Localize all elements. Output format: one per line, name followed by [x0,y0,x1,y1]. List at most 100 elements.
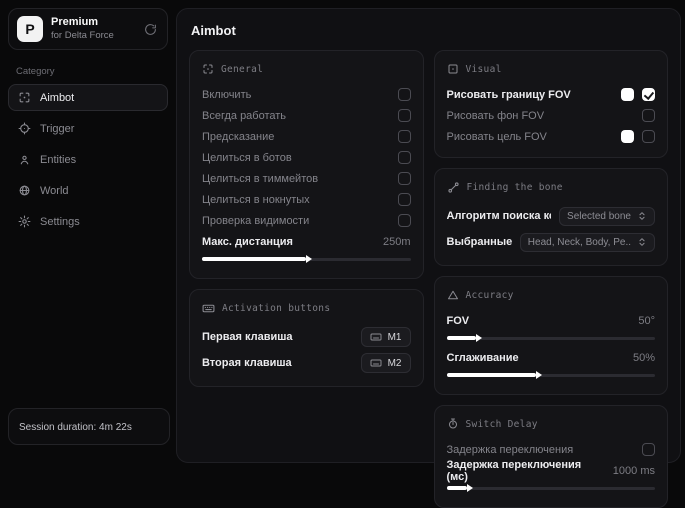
fov-border-row: Рисовать границу FOV [446,84,655,105]
keybind-value: M2 [387,357,402,369]
sidebar-item-label: Aimbot [40,91,75,104]
activation-header: Activation buttons [202,302,411,315]
left-column: General Включить Всегда работать Предска… [189,50,424,387]
fov-label: FOV [446,314,470,327]
entities-icon [18,153,31,166]
general-header: General [202,63,411,75]
bone-algorithm-label: Алгоритм поиска костей [446,210,552,222]
switch-delay-ms-value: 1000 ms [612,464,655,477]
max-distance-label: Макс. дистанция [202,235,293,248]
fov-border-color-swatch[interactable] [621,88,634,101]
fov-target-color-swatch[interactable] [621,130,634,143]
trigger-icon [18,122,31,135]
bone-algorithm-select[interactable]: Selected bone [559,206,655,226]
toggle-label: Целиться в нокнутых [202,193,310,206]
selected-bones-select[interactable]: Head, Neck, Body, Pe.. [519,232,655,252]
first-key-label: Первая клавиша [202,331,293,343]
max-distance-row: Макс. дистанция 250m [202,231,411,252]
toggle-label: Целиться в ботов [202,151,292,164]
keyboard-icon [370,331,382,343]
sync-icon[interactable] [142,21,159,38]
brand-logo: P [17,16,43,42]
sidebar-item-label: World [40,184,69,197]
sidebar-item-label: Entities [40,153,77,166]
unfold-icon [637,237,647,247]
fov-background-label: Рисовать фон FOV [446,109,545,122]
timer-icon [447,418,459,430]
smoothing-slider[interactable] [446,369,655,381]
target-teammates-checkbox[interactable] [397,172,411,185]
second-key-bind-button[interactable]: M2 [360,353,411,373]
toggle-label: Целиться в тиммейтов [202,172,319,185]
toggle-row-target-teammates: Целиться в тиммейтов [202,168,411,189]
smoothing-value: 50% [632,351,655,364]
category-label: Category [16,66,55,77]
sidebar-item-aimbot[interactable]: Aimbot [8,84,168,111]
target-bots-checkbox[interactable] [397,151,411,164]
switch-delay-checkbox[interactable] [642,443,655,456]
general-panel: General Включить Всегда работать Предска… [189,50,424,279]
selected-bones-value: Head, Neck, Body, Pe.. [527,236,631,248]
second-key-row: Вторая клавиша M2 [202,350,411,376]
bone-header: Finding the bone [447,181,656,194]
selected-bones-row: Выбранные кости Head, Neck, Body, Pe.. [446,229,655,255]
sidebar-nav: Aimbot Trigger Entities World Settings [0,84,176,235]
visual-panel: Visual Рисовать границу FOV Рисовать фон… [433,50,668,158]
switch-delay-ms-label: Задержка переключения (мс) [446,458,582,483]
second-key-label: Вторая клавиша [202,357,292,369]
brand-subtitle: for Delta Force [51,29,114,41]
activation-panel: Activation buttons Первая клавиша M1 Вто… [189,289,424,387]
max-distance-value: 250m [382,235,411,248]
prediction-checkbox[interactable] [397,130,411,143]
fov-border-label: Рисовать границу FOV [446,88,571,101]
enable-checkbox[interactable] [397,88,411,101]
sidebar-item-entities[interactable]: Entities [8,146,168,173]
fov-background-checkbox[interactable] [642,109,655,122]
fov-target-checkbox[interactable] [642,130,655,143]
general-header-label: General [221,63,264,75]
toggle-label: Всегда работать [202,109,287,122]
max-distance-slider[interactable] [202,253,411,265]
bone-header-label: Finding the bone [466,182,563,193]
gear-icon [18,215,31,228]
visibility-check-checkbox[interactable] [397,214,411,227]
toggle-row-target-knocked: Целиться в нокнутых [202,189,411,210]
toggle-row-always-work: Всегда работать [202,105,411,126]
fov-slider-row: FOV 50° [447,310,656,331]
toggle-label: Предсказание [202,130,275,143]
switch-delay-toggle-row: Задержка переключения [446,439,655,460]
selected-bones-label: Выбранные кости [446,236,512,248]
fov-target-label: Рисовать цель FOV [446,130,547,143]
unfold-icon [637,211,647,221]
page-title: Aimbot [191,23,236,38]
first-key-bind-button[interactable]: M1 [360,327,411,347]
session-duration: Session duration: 4m 22s [8,408,170,445]
right-column: Visual Рисовать границу FOV Рисовать фон… [433,50,668,508]
fov-border-checkbox[interactable] [642,88,655,101]
target-knocked-checkbox[interactable] [397,193,411,206]
switch-delay-ms-row: Задержка переключения (мс) 1000 ms [446,458,656,483]
always-work-checkbox[interactable] [397,109,411,122]
switch-delay-panel: Switch Delay Задержка переключения Задер… [433,405,668,508]
world-icon [18,184,31,197]
first-key-row: Первая клавиша M1 [202,324,411,350]
scan-icon [202,63,214,75]
visual-header-label: Visual [465,63,502,75]
toggle-label: Включить [202,88,252,101]
fov-slider[interactable] [446,332,655,344]
smoothing-label: Сглаживание [446,351,519,364]
sidebar-item-trigger[interactable]: Trigger [8,115,168,142]
brand-text: Premium for Delta Force [51,16,134,42]
sidebar: P Premium for Delta Force Category Aimbo… [0,0,176,449]
keyboard-icon [202,302,215,315]
fov-background-row: Рисовать фон FOV [446,105,655,126]
sidebar-item-label: Settings [40,215,80,228]
switch-delay-toggle-label: Задержка переключения [446,443,574,456]
sidebar-item-world[interactable]: World [8,177,168,204]
brand-card: P Premium for Delta Force [8,8,168,50]
accuracy-panel: Accuracy FOV 50° Сглаживание 50% [433,276,668,395]
main-panel: Aimbot General Включить Всегда работать [176,8,681,508]
sidebar-item-settings[interactable]: Settings [8,208,168,235]
triangle-icon [447,289,459,301]
switch-delay-slider[interactable] [446,482,655,494]
